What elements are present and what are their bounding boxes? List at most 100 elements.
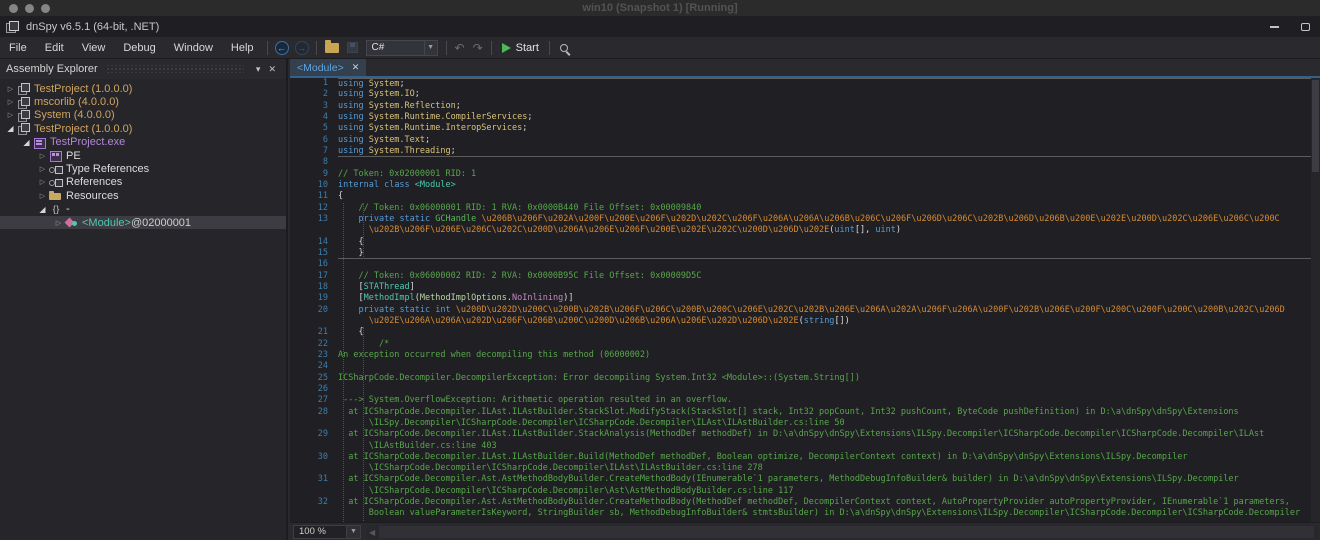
dnspy-app-icon xyxy=(6,20,19,33)
code-line-text: \ILAstBuilder.cs:line 403 xyxy=(338,440,497,451)
assembly-icon xyxy=(17,109,30,122)
tree-item[interactable]: ▷ Resources xyxy=(0,189,286,202)
tree-label: mscorlib (4.0.0.0) xyxy=(34,96,119,109)
tree-item[interactable]: ◢ { } - xyxy=(0,203,286,216)
tree-item[interactable]: ▷ System (4.0.0.0) xyxy=(0,109,286,122)
expander-collapsed-icon[interactable]: ▷ xyxy=(37,165,48,173)
menu-help[interactable]: Help xyxy=(222,37,263,59)
tree-item[interactable]: ▷ mscorlib (4.0.0.0) xyxy=(0,95,286,109)
expander-expanded-icon[interactable]: ◢ xyxy=(5,124,16,133)
code-line: 18 [STAThread] xyxy=(290,282,1320,293)
horizontal-scrollbar[interactable]: ◀ xyxy=(367,524,1318,539)
tab-module[interactable]: <Module> ✕ xyxy=(290,59,367,76)
code-line-text: // Token: 0x06000001 RID: 1 RVA: 0x0000B… xyxy=(338,202,702,213)
code-editor[interactable]: 1 using System; 2 using System.IO; 3 using Sy… xyxy=(290,78,1320,522)
code-line-text: at ICSharpCode.Decompiler.Ast.AstMethodB… xyxy=(338,474,1239,485)
menu-view[interactable]: View xyxy=(73,37,115,59)
expander-collapsed-icon[interactable]: ▷ xyxy=(37,178,48,186)
code-line: 6 using System.Text; xyxy=(290,135,1320,146)
code-line: 21 { xyxy=(290,327,1320,338)
chevron-down-icon[interactable]: ▼ xyxy=(423,40,437,55)
line-number: 10 xyxy=(317,179,328,190)
code-line: 14 { xyxy=(290,237,1320,248)
menu-edit[interactable]: Edit xyxy=(36,37,73,59)
toolbar-separator xyxy=(266,40,268,55)
tree-item[interactable]: ◢ TestProject (1.0.0.0) xyxy=(0,122,286,136)
line-number: 31 xyxy=(317,474,328,485)
start-button[interactable]: Start xyxy=(516,42,539,54)
tab-label: <Module> xyxy=(297,61,344,74)
virtualbox-screen: win10 (Snapshot 1) [Running] dnSpy v6.5.… xyxy=(0,0,1320,540)
code-line-text: \ICSharpCode.Decompiler\ICSharpCode.Deco… xyxy=(338,463,763,474)
code-line-text: using System.Reflection; xyxy=(338,100,461,111)
code-line-text: // Token: 0x02000001 RID: 1 xyxy=(338,168,477,179)
line-number: 7 xyxy=(322,145,328,156)
minimize-button[interactable] xyxy=(1270,25,1279,28)
code-line-text: // Token: 0x06000002 RID: 2 RVA: 0x0000B… xyxy=(338,270,702,281)
code-line: 30 at ICSharpCode.Decompiler.ILAst.ILAst… xyxy=(290,452,1320,463)
code-line-text: [MethodImpl(MethodImplOptions.NoInlining… xyxy=(338,293,574,304)
tree-item[interactable]: ▷ TestProject (1.0.0.0) xyxy=(0,82,286,96)
code-line: 2 using System.IO; xyxy=(290,89,1320,100)
vertical-scrollbar-thumb[interactable] xyxy=(1312,80,1319,172)
expander-collapsed-icon[interactable]: ▷ xyxy=(53,219,64,227)
expander-collapsed-icon[interactable]: ▷ xyxy=(37,152,48,160)
line-number: 17 xyxy=(317,270,328,281)
tree-label: References xyxy=(66,176,123,189)
code-line-text: internal class <Module> xyxy=(338,179,456,190)
code-line: 1 using System; xyxy=(290,78,1320,89)
code-line: \u202B\u206F\u206E\u206C\u202C\u200D\u20… xyxy=(290,225,1320,236)
tree-label: - xyxy=(66,203,70,216)
line-number: 20 xyxy=(317,304,328,315)
tree-item[interactable]: ◢ TestProject.exe xyxy=(0,136,286,149)
search-icon[interactable] xyxy=(559,43,568,52)
tree-label: PE xyxy=(66,149,81,162)
maximize-button[interactable] xyxy=(1301,22,1310,31)
panel-close-icon[interactable]: ✕ xyxy=(264,64,280,75)
forward-icon: → xyxy=(294,40,309,55)
zoom-level-selector[interactable]: 100 % xyxy=(293,524,347,539)
tree-label: System (4.0.0.0) xyxy=(34,109,115,122)
code-line-text: \u202B\u206F\u206E\u206C\u202C\u200D\u20… xyxy=(368,225,901,236)
code-line: 10 internal class <Module> xyxy=(290,180,1320,191)
vertical-scrollbar[interactable] xyxy=(1311,78,1320,522)
tab-close-icon[interactable]: ✕ xyxy=(352,62,360,73)
open-file-icon[interactable] xyxy=(324,39,339,53)
menu-window[interactable]: Window xyxy=(165,37,222,59)
menu-debug[interactable]: Debug xyxy=(114,37,164,59)
tree-item[interactable]: ▷ References xyxy=(0,176,286,189)
line-number: 2 xyxy=(322,89,328,100)
start-debugging-icon[interactable] xyxy=(501,42,511,53)
horizontal-scrollbar-thumb[interactable] xyxy=(379,525,1314,538)
zoom-chevron-down-icon[interactable]: ▼ xyxy=(347,524,361,539)
expander-collapsed-icon[interactable]: ▷ xyxy=(5,85,16,93)
code-line: 8 xyxy=(290,157,1320,168)
expander-collapsed-icon[interactable]: ▷ xyxy=(37,192,48,200)
expander-collapsed-icon[interactable]: ▷ xyxy=(5,111,16,119)
module-icon xyxy=(33,137,46,149)
back-icon[interactable]: ← xyxy=(274,40,289,55)
assembly-tree: ▷ TestProject (1.0.0.0) ▷ mscorlib (4.0.0.0… xyxy=(0,79,286,230)
code-line-text: at ICSharpCode.Decompiler.ILAst.ILAstBui… xyxy=(338,406,1239,417)
expander-collapsed-icon[interactable]: ▷ xyxy=(5,98,16,106)
tree-item[interactable]: ▷ PE xyxy=(0,149,286,163)
code-line-text: /* xyxy=(338,338,390,349)
panel-menu-icon[interactable]: ▾ xyxy=(252,64,265,75)
line-number: 27 xyxy=(317,395,328,406)
tree-item[interactable]: ▷ Type References xyxy=(0,162,286,175)
expander-expanded-icon[interactable]: ◢ xyxy=(37,205,48,214)
assembly-icon xyxy=(17,96,30,109)
tree-label: TestProject (1.0.0.0) xyxy=(34,82,133,95)
line-number: 23 xyxy=(317,349,328,360)
code-line-text: { xyxy=(338,191,344,202)
code-line: \ILAstBuilder.cs:line 403 xyxy=(290,441,1320,452)
line-number: 13 xyxy=(317,213,328,224)
menu-file[interactable]: File xyxy=(0,37,36,59)
code-line-text: ---> System.OverflowException: Arithmeti… xyxy=(338,395,733,406)
tree-item[interactable]: ▷ <Module> @02000001 xyxy=(0,215,286,230)
scroll-left-icon[interactable]: ◀ xyxy=(369,528,375,537)
language-selector[interactable]: C# ▼ xyxy=(365,39,438,56)
code-line: 24 xyxy=(290,361,1320,372)
expander-expanded-icon[interactable]: ◢ xyxy=(21,138,32,147)
line-number: 32 xyxy=(317,497,328,508)
